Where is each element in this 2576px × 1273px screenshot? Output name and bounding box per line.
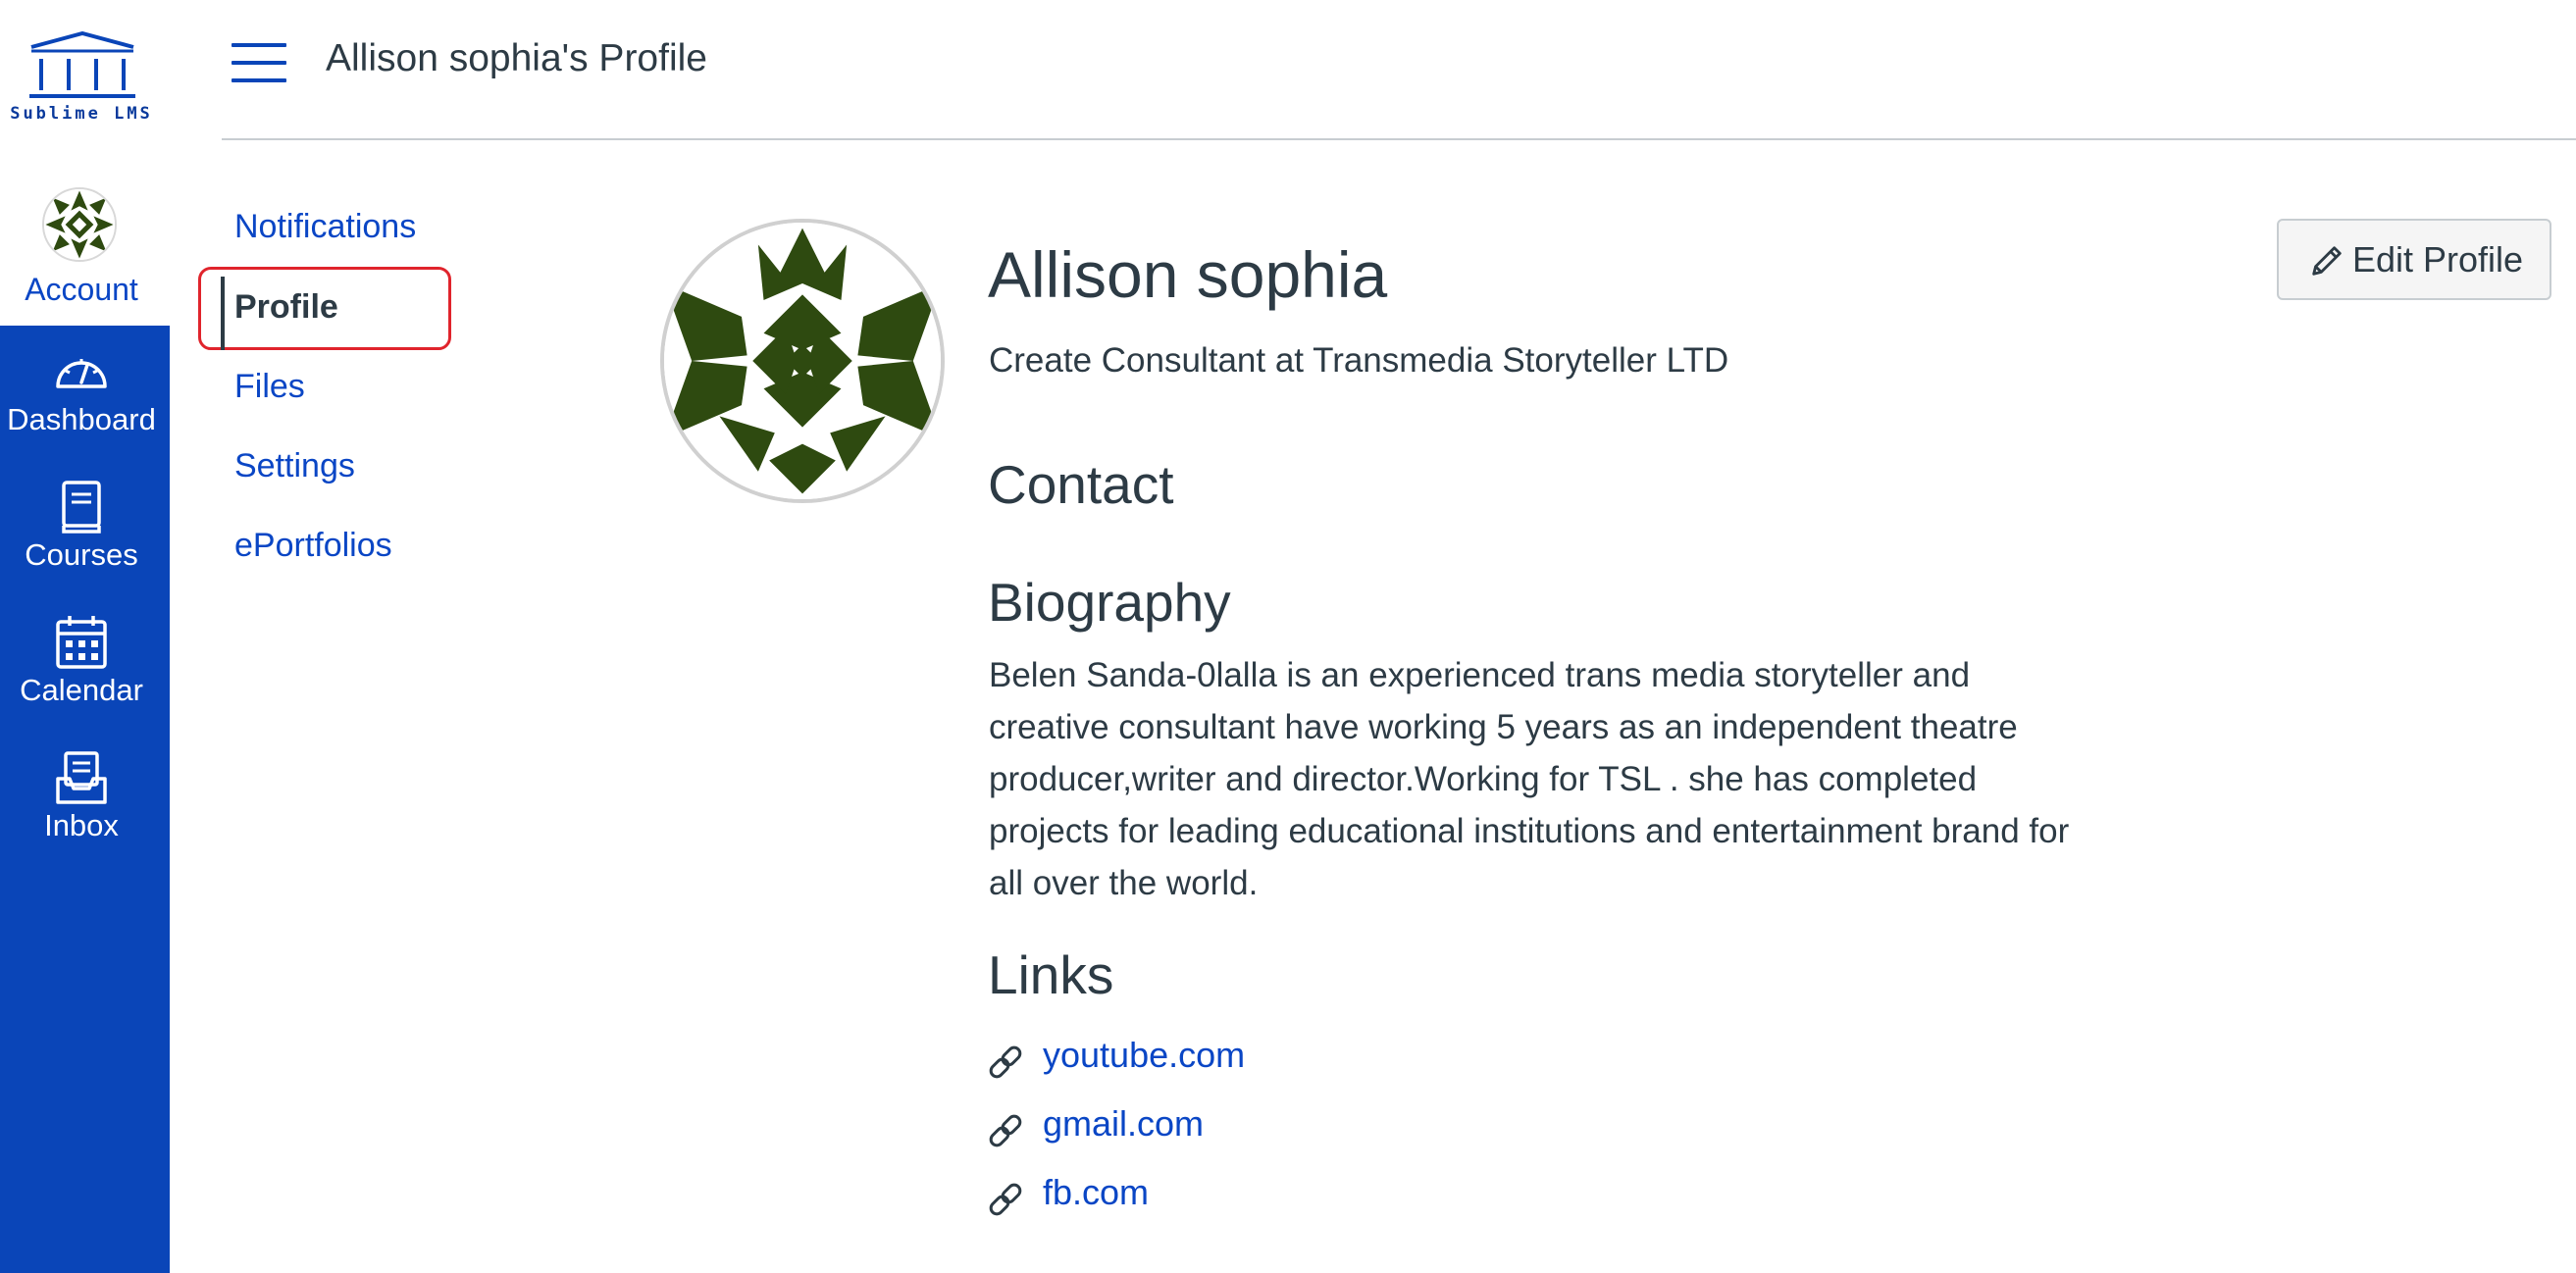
nav-calendar[interactable]: Calendar [0, 596, 163, 724]
nav-menu: Dashboard Courses Calendar Inbox [0, 326, 170, 1273]
global-nav: Sublime LMS Account Dashboard Courses Ca… [0, 0, 170, 1273]
institution-icon [29, 31, 135, 98]
link-icon [989, 1045, 1022, 1079]
sub-nav-settings[interactable]: Settings [234, 447, 355, 485]
avatar-pattern-icon [664, 223, 941, 499]
inbox-icon [56, 751, 107, 804]
avatar-pattern-icon [44, 189, 115, 260]
profile-avatar [660, 219, 945, 503]
brand-logo[interactable]: Sublime LMS [0, 0, 170, 137]
biography-text: Belen Sanda-0lalla is an experienced tra… [989, 656, 2070, 902]
calendar-icon [56, 616, 107, 669]
sub-nav-profile[interactable]: Profile [234, 288, 338, 327]
sub-nav-eportfolios[interactable]: ePortfolios [234, 527, 392, 565]
link-icon [989, 1183, 1022, 1216]
profile-title: Create Consultant at Transmedia Storytel… [989, 341, 1729, 380]
active-indicator [221, 277, 225, 350]
sub-nav-notifications[interactable]: Notifications [234, 208, 416, 246]
links-heading: Links [988, 944, 1114, 1005]
dashboard-icon [56, 359, 107, 388]
hamburger-menu-icon[interactable] [232, 41, 286, 84]
nav-inbox-label: Inbox [44, 808, 119, 842]
nav-inbox[interactable]: Inbox [0, 732, 163, 859]
nav-calendar-label: Calendar [20, 673, 143, 707]
account-avatar [42, 187, 117, 262]
contact-heading: Contact [988, 454, 1174, 515]
link-text: gmail.com [1043, 1103, 1205, 1144]
page-header: Allison sophia's Profile [222, 0, 2576, 140]
nav-courses[interactable]: Courses [0, 461, 163, 588]
nav-account[interactable]: Account [0, 177, 170, 326]
pencil-icon [2312, 246, 2342, 276]
nav-courses-label: Courses [25, 537, 138, 572]
link-text: youtube.com [1043, 1035, 1246, 1075]
page-title: Allison sophia's Profile [326, 37, 707, 79]
sub-nav-files[interactable]: Files [234, 368, 305, 406]
profile-name: Allison sophia [988, 238, 1388, 311]
nav-account-label: Account [25, 272, 138, 307]
link-text: fb.com [1043, 1172, 1150, 1212]
nav-dashboard-label: Dashboard [7, 402, 156, 436]
edit-profile-button[interactable]: Edit Profile [2277, 219, 2551, 300]
biography-heading: Biography [988, 572, 1231, 633]
book-icon [62, 481, 101, 534]
brand-name: Sublime LMS [10, 104, 153, 124]
nav-dashboard[interactable]: Dashboard [0, 326, 163, 453]
edit-profile-label: Edit Profile [2352, 239, 2524, 280]
link-icon [989, 1114, 1022, 1147]
